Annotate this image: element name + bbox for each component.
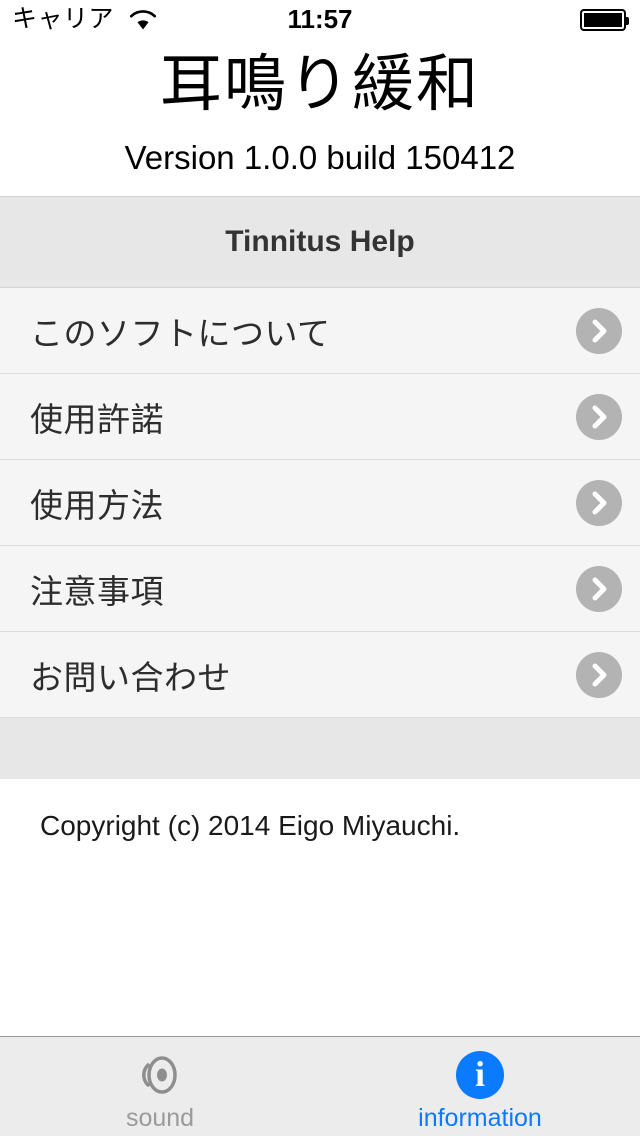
version-label: Version 1.0.0 build 150412 bbox=[0, 137, 640, 179]
table-row[interactable]: お問い合わせ bbox=[0, 632, 640, 718]
chevron-right-icon[interactable] bbox=[576, 480, 622, 526]
row-label: このソフトについて bbox=[30, 307, 331, 355]
table-row[interactable]: 使用方法 bbox=[0, 460, 640, 546]
app-screen: キャリア 11:57 耳鳴り緩和 Version 1.0.0 build 150… bbox=[0, 0, 640, 1136]
tab-information[interactable]: i information bbox=[320, 1037, 640, 1136]
section-header: Tinnitus Help bbox=[0, 196, 640, 288]
chevron-right-icon[interactable] bbox=[576, 394, 622, 440]
row-label: 使用許諾 bbox=[30, 393, 164, 441]
row-label: 使用方法 bbox=[30, 479, 164, 527]
chevron-right-icon[interactable] bbox=[576, 308, 622, 354]
information-icon: i bbox=[454, 1049, 506, 1101]
battery-full-icon bbox=[580, 9, 626, 31]
copyright-label: Copyright (c) 2014 Eigo Miyauchi. bbox=[40, 808, 460, 844]
page-title: 耳鳴り緩和 bbox=[0, 46, 640, 124]
section-footer bbox=[0, 718, 640, 779]
status-bar: キャリア 11:57 bbox=[0, 0, 640, 40]
row-label: 注意事項 bbox=[30, 565, 164, 613]
help-table: Tinnitus Help このソフトについて 使用許諾 使用方法 bbox=[0, 196, 640, 779]
table-row[interactable]: 使用許諾 bbox=[0, 374, 640, 460]
chevron-right-icon[interactable] bbox=[576, 566, 622, 612]
tab-bar: sound i information bbox=[0, 1036, 640, 1136]
tab-label: sound bbox=[126, 1103, 194, 1133]
sound-wave-icon bbox=[134, 1049, 186, 1101]
table-row[interactable]: 注意事項 bbox=[0, 546, 640, 632]
tab-label: information bbox=[418, 1103, 542, 1133]
clock-label: 11:57 bbox=[0, 2, 640, 36]
table-row[interactable]: このソフトについて bbox=[0, 288, 640, 374]
tab-sound[interactable]: sound bbox=[0, 1037, 320, 1136]
chevron-right-icon[interactable] bbox=[576, 652, 622, 698]
row-label: お問い合わせ bbox=[30, 651, 231, 699]
